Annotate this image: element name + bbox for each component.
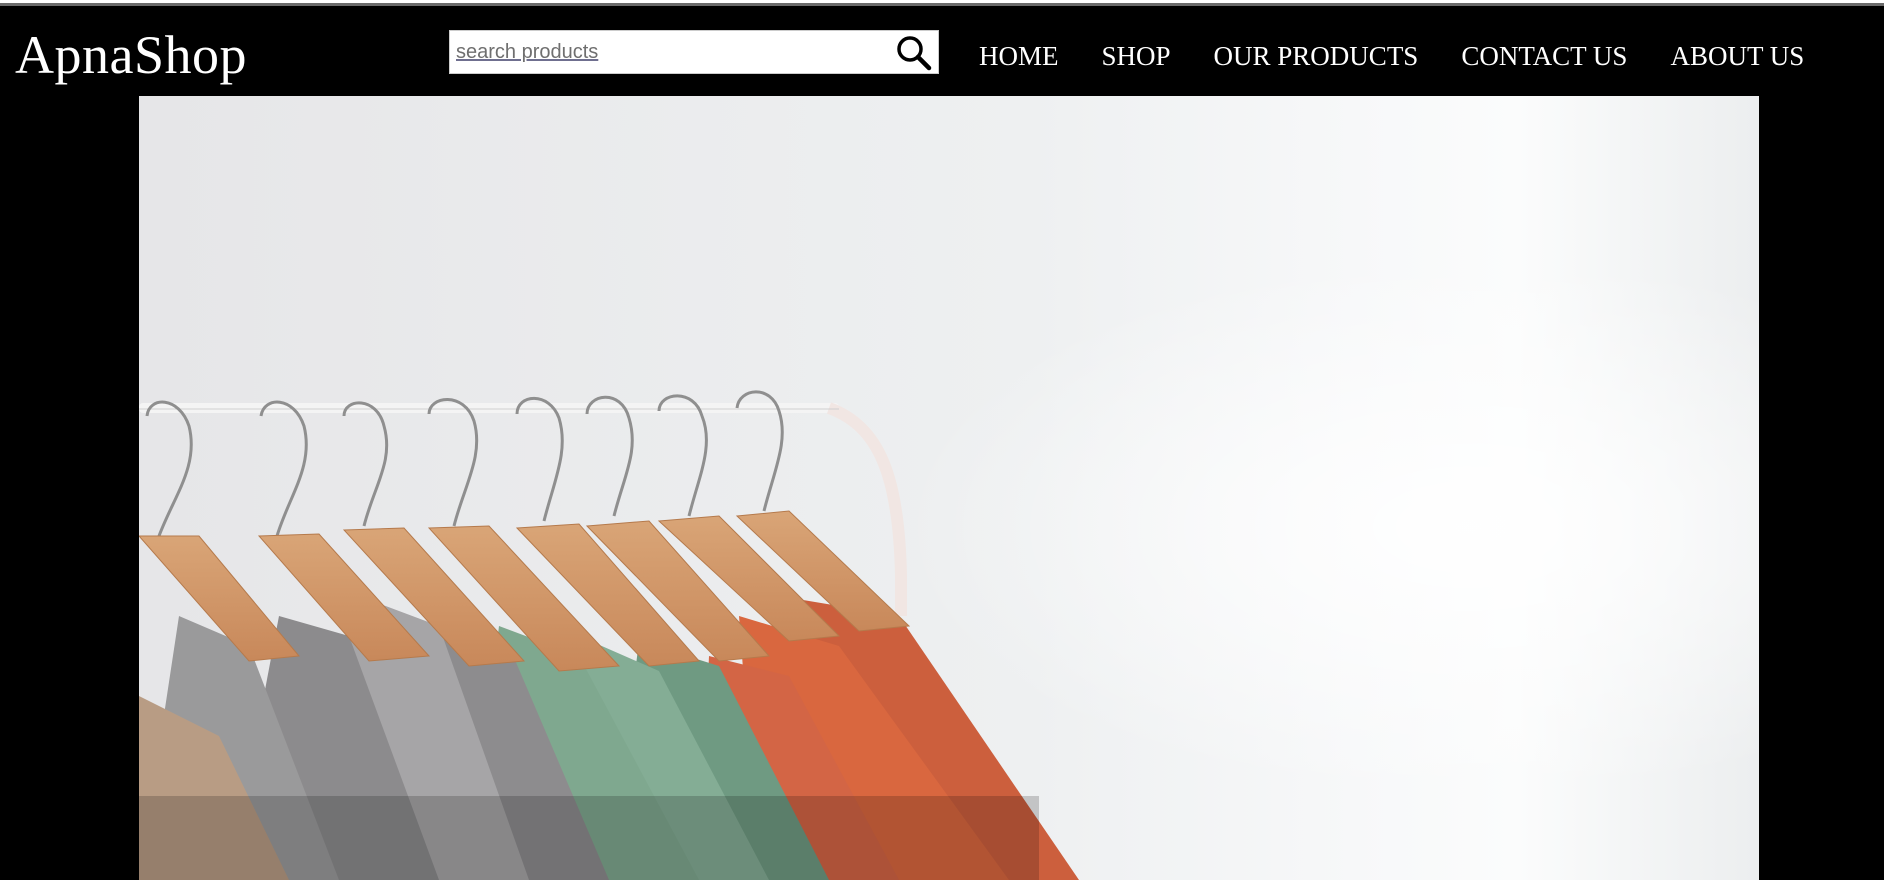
nav-our-products[interactable]: OUR PRODUCTS <box>1214 36 1419 76</box>
hero-image <box>139 96 1759 880</box>
nav-about-us[interactable]: ABOUT US <box>1670 36 1804 76</box>
navbar: ApnaShop search products HOME SHOP OUR P… <box>0 6 1884 96</box>
nav-contact-us[interactable]: CONTACT US <box>1461 36 1627 76</box>
search-bar: search products <box>449 30 939 74</box>
main-nav: HOME SHOP OUR PRODUCTS CONTACT US ABOUT … <box>979 36 1847 76</box>
search-input[interactable] <box>456 31 876 73</box>
search-button[interactable] <box>894 33 934 73</box>
nav-shop[interactable]: SHOP <box>1102 36 1171 76</box>
nav-home[interactable]: HOME <box>979 36 1059 76</box>
hero-banner <box>139 96 1759 880</box>
search-icon <box>897 36 932 71</box>
site-logo[interactable]: ApnaShop <box>15 24 247 86</box>
